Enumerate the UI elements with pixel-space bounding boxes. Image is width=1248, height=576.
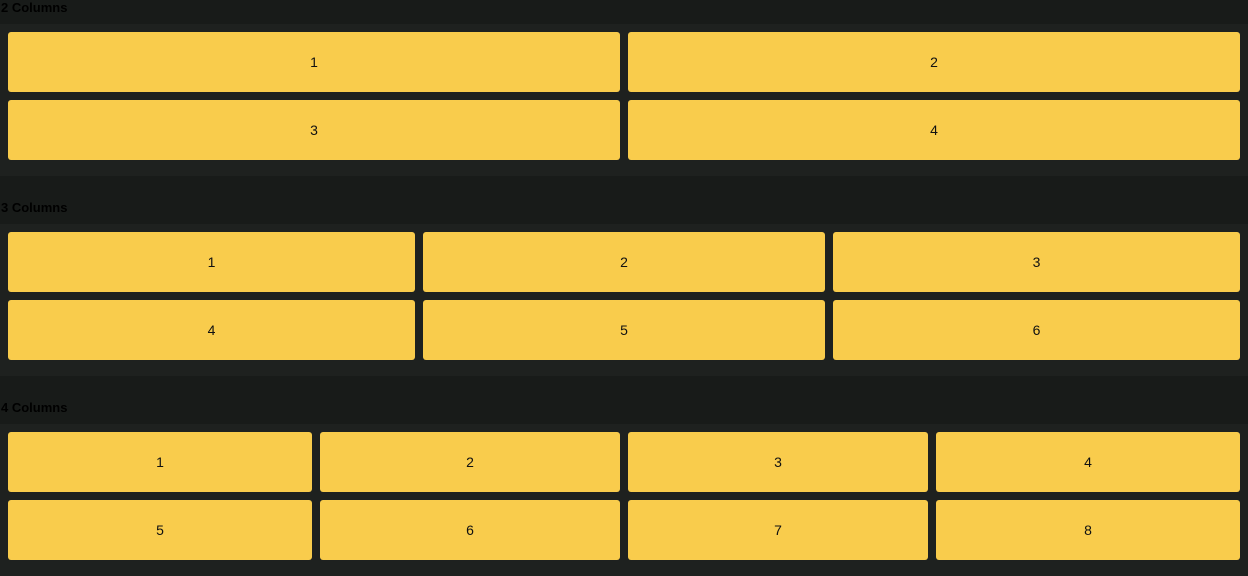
grid-item: 5 [8,500,312,560]
grid-3-columns: 1 2 3 4 5 6 [0,224,1248,376]
grid-item: 2 [320,432,620,492]
grid-item: 6 [320,500,620,560]
grid-4-columns: 1 2 3 4 5 6 7 8 [0,424,1248,576]
grid-item: 1 [8,232,415,292]
grid-item: 4 [628,100,1240,160]
grid-item: 2 [423,232,825,292]
grid-item: 7 [628,500,928,560]
grid-item: 3 [833,232,1240,292]
grid-item: 1 [8,432,312,492]
grid-item: 3 [628,432,928,492]
grid-item: 4 [8,300,415,360]
grid-item: 8 [936,500,1240,560]
grid-item: 2 [628,32,1240,92]
grid-item: 3 [8,100,620,160]
section-title-4-columns: 4 Columns [1,400,68,415]
grid-item: 1 [8,32,620,92]
grid-item: 6 [833,300,1240,360]
section-title-2-columns: 2 Columns [1,0,68,15]
grid-2-columns: 1 2 3 4 [0,24,1248,176]
grid-item: 5 [423,300,825,360]
section-title-3-columns: 3 Columns [1,200,68,215]
grid-item: 4 [936,432,1240,492]
